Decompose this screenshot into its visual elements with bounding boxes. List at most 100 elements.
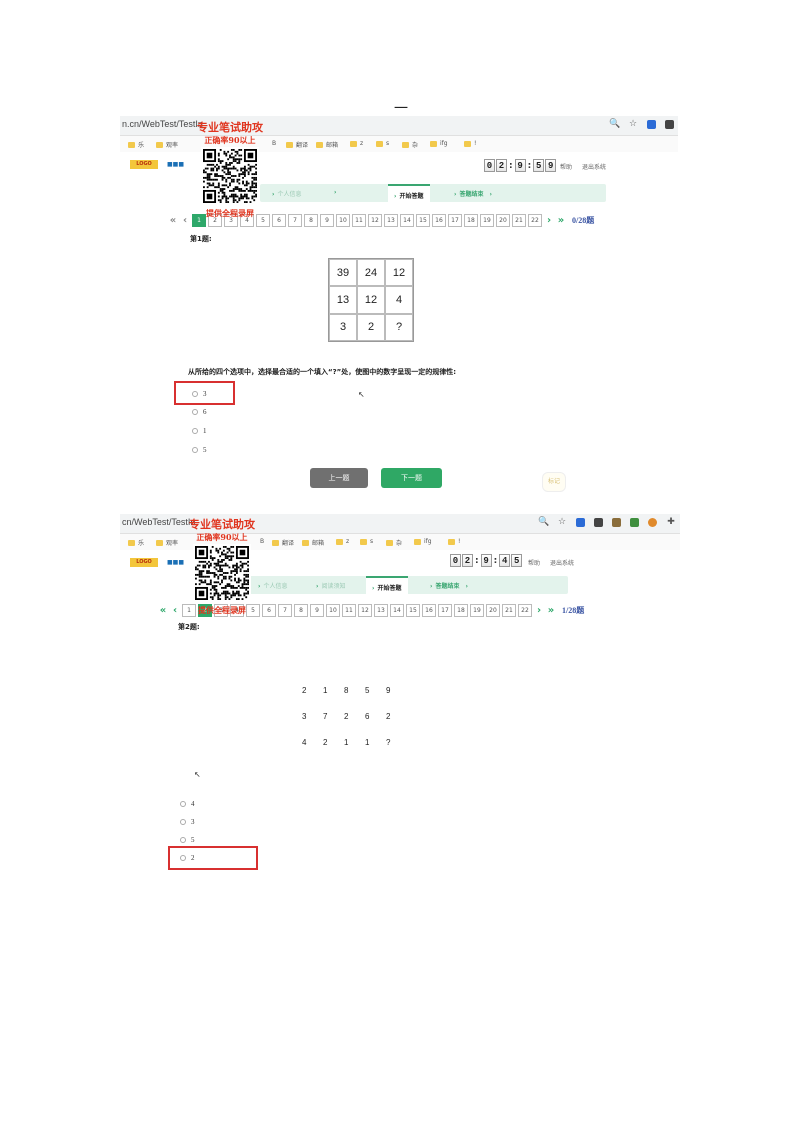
image-icon[interactable] [612,518,621,527]
bookmark-item[interactable]: 杂 [386,538,402,547]
star-icon[interactable]: ☆ [557,517,567,527]
question-number-13[interactable]: 13 [374,604,388,617]
folder-icon [128,141,135,148]
option-b[interactable]: 3 [180,818,195,826]
question-number-12[interactable]: 12 [358,604,372,617]
bookmark-item[interactable]: ifg [430,140,448,147]
bookmark-item[interactable]: z [336,538,349,545]
prev-page-icon[interactable]: ‹ [170,605,180,616]
radio-button[interactable] [180,837,186,843]
option-c[interactable]: 5 [180,836,195,844]
last-page-icon[interactable]: » [556,215,566,226]
bookmark-item[interactable]: B [272,140,276,147]
question-number-14[interactable]: 14 [400,214,414,227]
question-number-22[interactable]: 22 [528,214,542,227]
sequence-row: 21859 [302,686,391,695]
radio-button[interactable] [192,428,198,434]
bookmark-item[interactable]: s [376,140,389,147]
bookmark-item[interactable]: s [360,538,373,545]
question-number-9[interactable]: 9 [310,604,324,617]
question-number-8[interactable]: 8 [294,604,308,617]
question-number-10[interactable]: 10 [336,214,350,227]
question-number-19[interactable]: 19 [480,214,494,227]
extension-icon[interactable] [647,120,656,129]
question-number-20[interactable]: 20 [496,214,510,227]
question-number-21[interactable]: 21 [502,604,516,617]
radio-button[interactable] [180,819,186,825]
bookmark-item[interactable]: 翻译 [272,538,294,547]
menu-icon[interactable] [594,518,603,527]
question-number-7[interactable]: 7 [278,604,292,617]
first-page-icon[interactable]: « [168,215,178,226]
question-number-13[interactable]: 13 [384,214,398,227]
zoom-icon[interactable]: 🔍 [538,517,549,527]
screenshot-1: n.cn/WebTest/TestIn 🔍 ☆ 乐 观率 B 翻译 邮箱 z s… [120,116,678,500]
next-question-button[interactable]: 下一题 [381,468,442,488]
bookmark-item[interactable]: 杂 [402,140,418,149]
bookmark-item[interactable]: ! [464,140,476,147]
prev-question-button[interactable]: 上一题 [310,468,368,488]
prev-page-icon[interactable]: ‹ [180,215,190,226]
question-number-16[interactable]: 16 [432,214,446,227]
bookmark-item[interactable]: 邮箱 [302,538,324,547]
bookmark-item[interactable]: 乐 [128,538,144,547]
option-c[interactable]: 1 [192,427,207,435]
radio-button[interactable] [192,447,198,453]
question-number-17[interactable]: 17 [448,214,462,227]
orange-icon[interactable] [648,518,657,527]
option-d[interactable]: 5 [192,446,207,454]
mark-button[interactable]: 标记 [542,472,566,492]
question-number-15[interactable]: 15 [416,214,430,227]
radio-button[interactable] [180,801,186,807]
question-number-11[interactable]: 11 [342,604,356,617]
radio-button[interactable] [192,409,198,415]
bookmark-item[interactable]: 观率 [156,140,178,149]
question-number-11[interactable]: 11 [352,214,366,227]
option-a[interactable]: 4 [180,800,195,808]
next-page-icon[interactable]: › [544,215,554,226]
leaf-icon[interactable] [630,518,639,527]
grid-cell: ? [385,313,413,341]
help-link[interactable]: 帮助 [560,162,572,171]
last-page-icon[interactable]: » [546,605,556,616]
question-number-18[interactable]: 18 [454,604,468,617]
question-number-18[interactable]: 18 [464,214,478,227]
bookmark-item[interactable]: ! [448,538,460,545]
first-page-icon[interactable]: « [158,605,168,616]
progress-steps: › 个人信息 › 阅读须知 › 开始答题 › 答题结束 › [246,576,568,594]
question-number-22[interactable]: 22 [518,604,532,617]
question-number-16[interactable]: 16 [422,604,436,617]
question-number-12[interactable]: 12 [368,214,382,227]
question-number-20[interactable]: 20 [486,604,500,617]
extension-icon[interactable] [576,518,585,527]
question-number-8[interactable]: 8 [304,214,318,227]
bookmark-item[interactable]: 翻译 [286,140,308,149]
logout-link[interactable]: 退出系统 [550,558,574,567]
question-number-6[interactable]: 6 [272,214,286,227]
next-page-icon[interactable]: › [534,605,544,616]
question-number-14[interactable]: 14 [390,604,404,617]
logout-link[interactable]: 退出系统 [582,162,606,171]
menu-icon[interactable] [665,120,674,129]
help-link[interactable]: 帮助 [528,558,540,567]
question-number-19[interactable]: 19 [470,604,484,617]
option-b[interactable]: 6 [192,408,207,416]
question-number-15[interactable]: 15 [406,604,420,617]
zoom-icon[interactable]: 🔍 [609,119,620,129]
bookmark-item[interactable]: z [350,140,363,147]
grid-cell: 39 [329,259,357,287]
question-number-7[interactable]: 7 [288,214,302,227]
promo-overlay: 专业笔试助攻 正确率90以上 提供全程录屏 [182,516,262,616]
puzzle-icon[interactable]: ✚ [666,517,676,527]
bookmark-item[interactable]: 观率 [156,538,178,547]
question-number-6[interactable]: 6 [262,604,276,617]
screenshot-2: cn/WebTest/TestIn 🔍 ☆ ✚ 乐 观率 B 翻译 邮箱 z s… [120,514,680,874]
question-number-10[interactable]: 10 [326,604,340,617]
question-number-9[interactable]: 9 [320,214,334,227]
question-number-21[interactable]: 21 [512,214,526,227]
question-number-17[interactable]: 17 [438,604,452,617]
bookmark-item[interactable]: 乐 [128,140,144,149]
bookmark-item[interactable]: ifg [414,538,432,545]
star-icon[interactable]: ☆ [628,119,638,129]
bookmark-item[interactable]: 邮箱 [316,140,338,149]
